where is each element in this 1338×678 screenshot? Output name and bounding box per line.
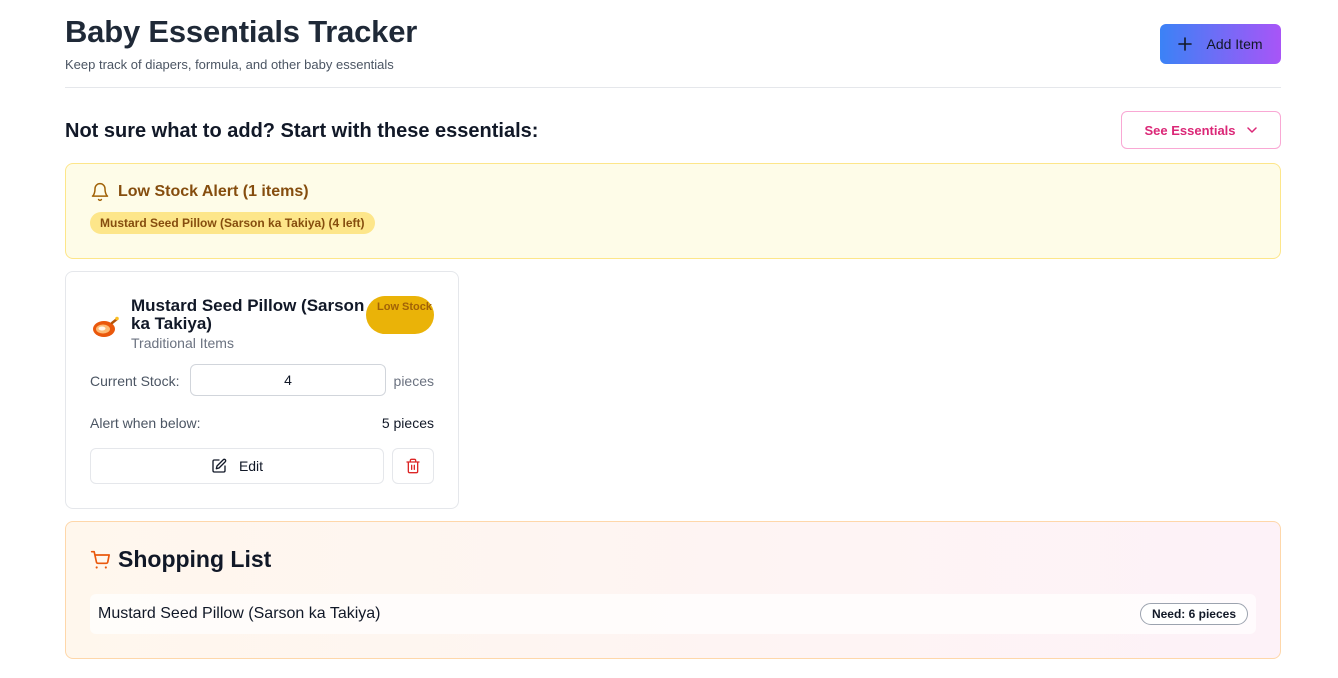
stock-unit: pieces [393,373,434,389]
see-essentials-label: See Essentials [1144,122,1236,138]
low-stock-badge: Low Stock [366,296,434,334]
alert-title: Low Stock Alert (1 items) [118,183,309,200]
cart-icon [90,550,110,569]
trash-icon [406,458,420,474]
alert-item-chip: Mustard Seed Pillow (Sarson ka Takiya) (… [90,212,375,234]
see-essentials-button[interactable]: See Essentials [1121,111,1281,149]
app-container: Baby Essentials Tracker Keep track of di… [65,0,1281,659]
item-category: Traditional Items [131,335,234,351]
edit-label: Edit [238,458,264,474]
item-name: Mustard Seed Pillow (Sarson ka Takiya) [131,296,365,333]
item-card: Mustard Seed Pillow (Sarson ka Takiya) T… [65,271,459,509]
low-stock-alert: Low Stock Alert (1 items) Mustard Seed P… [65,163,1281,259]
current-stock-input[interactable] [190,364,386,396]
alert-header: Low Stock Alert (1 items) [90,182,309,202]
current-stock-label: Current Stock: [90,373,180,389]
delete-button[interactable] [392,448,434,484]
page-subtitle: Keep track of diapers, formula, and othe… [65,57,394,72]
need-badge: Need: 6 pieces [1139,603,1248,625]
shopping-list-header: Shopping List [90,546,271,573]
alert-threshold-label: Alert when below: [90,415,201,431]
add-item-button[interactable]: Add Item [1160,24,1281,64]
pillow-emoji-icon [93,316,119,337]
bell-icon [91,182,109,202]
shopping-list-item: Mustard Seed Pillow (Sarson ka Takiya) N… [90,594,1256,634]
essentials-prompt: Not sure what to add? Start with these e… [65,120,539,142]
alert-threshold-value: 5 pieces [381,415,434,431]
page-header: Baby Essentials Tracker Keep track of di… [65,0,1281,88]
essentials-section: Not sure what to add? Start with these e… [65,111,1281,151]
plus-icon [1178,37,1193,51]
shopping-list: Shopping List Mustard Seed Pillow (Sarso… [65,521,1281,659]
chevron-down-icon [1246,127,1257,133]
page-title: Baby Essentials Tracker [65,14,418,49]
edit-icon [212,458,227,473]
edit-button[interactable]: Edit [90,448,384,484]
shopping-item-name: Mustard Seed Pillow (Sarson ka Takiya) [98,605,381,622]
add-item-label: Add Item [1206,36,1263,52]
shopping-list-title: Shopping List [118,546,272,572]
